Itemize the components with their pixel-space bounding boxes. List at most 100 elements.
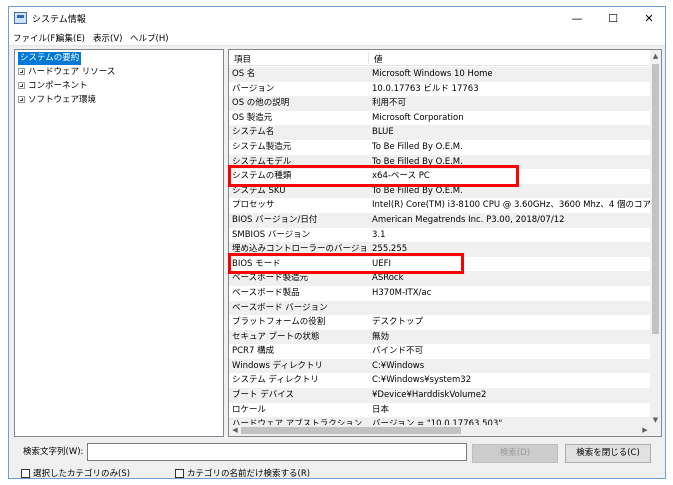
vertical-scrollbar[interactable]: ▲ ▼ [650, 50, 661, 426]
row-item-name: Windows ディレクトリ [232, 360, 324, 371]
horizontal-scroll-thumb[interactable] [241, 427, 461, 434]
table-row[interactable]: セキュア ブートの状態 無効 [229, 329, 651, 345]
row-item-name: BIOS バージョン/日付 [232, 214, 318, 225]
row-item-name: ブート デバイス [232, 390, 294, 401]
table-row[interactable]: バージョン 10.0.17763 ビルド 17763 [229, 82, 651, 97]
category-names-only-checkbox[interactable] [175, 469, 184, 478]
search-button[interactable]: 検索(D) [472, 444, 558, 463]
table-row[interactable]: システムの種類 x64-ベース PC [229, 169, 651, 184]
table-row[interactable]: BIOS バージョン/日付 American Megatrends Inc. P3… [229, 212, 651, 228]
table-row[interactable]: SMBIOS バージョン 3.1 [229, 228, 651, 243]
table-row[interactable]: ベースボード バージョン [229, 300, 651, 316]
row-item-name: 埋め込みコントローラーのバージョン [232, 244, 366, 255]
row-item-name: セキュア ブートの状態 [232, 331, 320, 342]
row-item-name: システム名 [232, 127, 275, 138]
maximize-button[interactable]: ☐ [595, 7, 631, 30]
list-header: 項目 値 [229, 50, 651, 66]
table-row[interactable]: ベースボード製造元 ASRock [229, 271, 651, 286]
tree-item-components[interactable]: コンポーネント [18, 80, 88, 93]
details-list[interactable]: 項目 値 OS 名 Microsoft Windows 10 Home バージョン 1… [228, 49, 662, 437]
row-item-name: ロケール [232, 404, 267, 415]
row-item-value: Intel(R) Core(TM) i3-8100 CPU @ 3.60GHz、… [372, 200, 652, 211]
row-item-value: C:¥Windows [372, 360, 425, 371]
row-item-value: American Megatrends Inc. P3.00, 2018/07/… [372, 214, 565, 225]
row-item-value: 日本 [372, 404, 390, 415]
table-row[interactable]: プラットフォームの役割 デスクトップ [229, 315, 651, 330]
expand-plus-icon[interactable] [18, 96, 25, 103]
horizontal-scrollbar[interactable]: ◀ ▶ [229, 425, 651, 436]
scroll-left-arrow-icon[interactable]: ◀ [230, 425, 240, 435]
only-selected-category-option[interactable]: 選択したカテゴリのみ(S) [21, 467, 130, 479]
system-information-window: システム情報 — ☐ ✕ ファイル(F) 編集(E) 表示(V) ヘルプ(H) … [8, 6, 666, 479]
column-header-item[interactable]: 項目 [234, 53, 251, 65]
table-row[interactable]: BIOS モード UEFI [229, 257, 651, 272]
scroll-up-arrow-icon[interactable]: ▲ [650, 51, 661, 61]
table-row[interactable]: システム ディレクトリ C:¥Windows¥system32 [229, 373, 651, 388]
tree-item-hardware-resources[interactable]: ハードウェア リソース [18, 66, 115, 79]
menu-view[interactable]: 表示(V) [93, 32, 122, 44]
row-item-name: システム製造元 [232, 141, 292, 152]
column-divider[interactable] [368, 52, 369, 64]
menu-file[interactable]: ファイル(F) [13, 32, 59, 44]
expand-plus-icon[interactable] [18, 68, 25, 75]
table-row[interactable]: システムモデル To Be Filled By O.E.M. [229, 154, 651, 170]
table-row[interactable]: システム SKU To Be Filled By O.E.M. [229, 183, 651, 199]
category-tree[interactable]: システムの要約 ハードウェア リソース コンポーネント ソフトウェア環境 [14, 49, 224, 437]
table-row[interactable]: 埋め込みコントローラーのバージョン 255.255 [229, 242, 651, 257]
menu-help[interactable]: ヘルプ(H) [130, 32, 169, 44]
row-item-name: PCR7 構成 [232, 346, 275, 357]
row-item-name: システム SKU [232, 185, 286, 196]
row-item-name: OS 名 [232, 69, 256, 79]
scroll-right-arrow-icon[interactable]: ▶ [640, 425, 650, 435]
expand-plus-icon[interactable] [18, 82, 25, 89]
search-label: 検索文字列(W): [23, 447, 84, 457]
column-header-value[interactable]: 値 [374, 53, 383, 65]
row-item-name: システム ディレクトリ [232, 375, 319, 386]
only-selected-category-checkbox[interactable] [21, 469, 30, 478]
row-item-value: BLUE [372, 127, 394, 138]
table-row[interactable]: PCR7 構成 バインド不可 [229, 344, 651, 359]
row-item-value: ¥Device¥HarddiskVolume2 [372, 390, 487, 401]
scrollbar-corner [650, 425, 661, 436]
table-row[interactable]: OS 名 Microsoft Windows 10 Home [229, 67, 651, 82]
table-row[interactable]: OS 製造元 Microsoft Corporation [229, 111, 651, 126]
vertical-scroll-thumb[interactable] [652, 64, 659, 334]
row-item-value: バインド不可 [372, 346, 424, 357]
menu-edit[interactable]: 編集(E) [56, 32, 85, 44]
list-rows: OS 名 Microsoft Windows 10 Home バージョン 10.0.1… [229, 67, 652, 432]
table-row[interactable]: プロセッサ Intel(R) Core(TM) i3-8100 CPU @ 3.6… [229, 198, 652, 213]
row-item-value: 255.255 [372, 244, 408, 255]
row-item-name: バージョン [232, 83, 275, 94]
minimize-button[interactable]: — [559, 7, 595, 30]
table-row[interactable]: システム名 BLUE [229, 125, 651, 140]
row-item-value: Microsoft Corporation [372, 112, 464, 123]
tree-item-software-environment[interactable]: ソフトウェア環境 [18, 94, 96, 107]
title-bar[interactable]: システム情報 — ☐ ✕ [9, 7, 665, 30]
row-item-name: OS の他の説明 [232, 98, 290, 109]
row-item-value: UEFI [372, 258, 391, 269]
close-button[interactable]: ✕ [631, 7, 667, 30]
row-item-value: ASRock [372, 273, 404, 284]
row-item-value: To Be Filled By O.E.M. [372, 141, 463, 152]
row-item-name: SMBIOS バージョン [232, 229, 311, 240]
table-row[interactable]: ベースボード製品 H370M-ITX/ac [229, 286, 651, 301]
row-item-value: H370M-ITX/ac [372, 287, 432, 298]
table-row[interactable]: システム製造元 To Be Filled By O.E.M. [229, 140, 651, 155]
category-names-only-option[interactable]: カテゴリの名前だけ検索する(R) [175, 467, 310, 479]
table-row[interactable]: Windows ディレクトリ C:¥Windows [229, 358, 651, 374]
row-item-value: To Be Filled By O.E.M. [372, 185, 463, 196]
close-search-button[interactable]: 検索を閉じる(C) [565, 444, 651, 463]
row-item-value: Microsoft Windows 10 Home [372, 69, 493, 79]
table-row[interactable]: ロケール 日本 [229, 403, 651, 418]
menu-bar: ファイル(F) 編集(E) 表示(V) ヘルプ(H) [9, 30, 665, 46]
table-row[interactable]: OS の他の説明 利用不可 [229, 96, 651, 111]
table-row[interactable]: ブート デバイス ¥Device¥HarddiskVolume2 [229, 388, 651, 403]
scroll-down-arrow-icon[interactable]: ▼ [650, 415, 661, 425]
tree-item-system-summary[interactable]: システムの要約 [18, 52, 82, 65]
row-item-name: ベースボード バージョン [232, 302, 328, 313]
row-item-name: システムモデル [232, 156, 292, 167]
search-input[interactable] [87, 443, 467, 461]
row-item-name: システムの種類 [232, 171, 292, 182]
row-item-name: プラットフォームの役割 [232, 317, 326, 328]
row-item-name: ベースボード製造元 [232, 273, 309, 284]
